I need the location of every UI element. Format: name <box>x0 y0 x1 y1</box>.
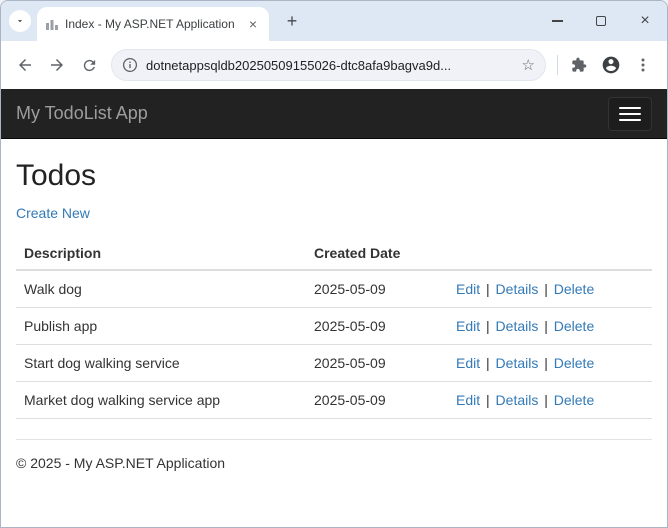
page-title: Todos <box>16 159 652 193</box>
details-link[interactable]: Details <box>496 281 539 297</box>
table-row: Walk dog 2025-05-09 Edit | Details | Del… <box>16 270 652 308</box>
tab-close-icon[interactable]: × <box>245 16 261 32</box>
todo-created-date: 2025-05-09 <box>306 382 448 419</box>
table-row: Start dog walking service 2025-05-09 Edi… <box>16 345 652 382</box>
navbar-toggler-button[interactable] <box>608 97 652 131</box>
browser-window: Index - My ASP.NET Application × + × dot… <box>0 0 668 528</box>
extensions-button[interactable] <box>565 51 593 79</box>
todo-actions: Edit | Details | Delete <box>448 308 652 345</box>
action-separator: | <box>544 281 548 297</box>
action-separator: | <box>544 318 548 334</box>
browser-tab-active[interactable]: Index - My ASP.NET Application × <box>37 7 269 41</box>
details-link[interactable]: Details <box>496 355 539 371</box>
forward-button[interactable] <box>43 51 71 79</box>
todo-created-date: 2025-05-09 <box>306 345 448 382</box>
close-button[interactable]: × <box>623 1 667 41</box>
toolbar-divider <box>557 55 558 75</box>
delete-link[interactable]: Delete <box>554 392 594 408</box>
details-link[interactable]: Details <box>496 318 539 334</box>
navbar-brand[interactable]: My TodoList App <box>16 103 148 124</box>
todos-table: Description Created Date Walk dog 2025-0… <box>16 237 652 419</box>
action-separator: | <box>486 281 490 297</box>
column-header-actions <box>448 237 652 270</box>
maximize-button[interactable] <box>579 1 623 41</box>
url-text: dotnetappsqldb20250509155026-dtc8afa9bag… <box>146 58 514 73</box>
action-separator: | <box>486 392 490 408</box>
maximize-icon <box>596 16 606 26</box>
todo-description: Market dog walking service app <box>16 382 306 419</box>
delete-link[interactable]: Delete <box>554 281 594 297</box>
todo-description: Publish app <box>16 308 306 345</box>
extensions-icon <box>571 57 587 73</box>
todo-description: Start dog walking service <box>16 345 306 382</box>
bookmark-star-icon[interactable]: ☆ <box>522 56 535 74</box>
todo-description: Walk dog <box>16 270 306 308</box>
browser-toolbar: dotnetappsqldb20250509155026-dtc8afa9bag… <box>1 41 667 89</box>
new-tab-button[interactable]: + <box>281 10 303 32</box>
three-dots-menu-icon <box>635 57 651 73</box>
footer-divider <box>16 439 652 440</box>
reload-button[interactable] <box>75 51 103 79</box>
column-header-created-date: Created Date <box>306 237 448 270</box>
chevron-down-icon <box>15 16 25 26</box>
reload-icon <box>81 57 98 74</box>
todo-actions: Edit | Details | Delete <box>448 382 652 419</box>
app-navbar: My TodoList App <box>1 89 667 139</box>
action-separator: | <box>544 355 548 371</box>
minimize-icon <box>552 20 563 21</box>
address-bar[interactable]: dotnetappsqldb20250509155026-dtc8afa9bag… <box>111 49 546 81</box>
hamburger-icon <box>619 107 641 109</box>
app-footer-text: © 2025 - My ASP.NET Application <box>16 455 652 471</box>
profile-avatar-icon <box>601 55 621 75</box>
close-icon: × <box>640 13 649 29</box>
favicon-icon <box>45 17 59 31</box>
edit-link[interactable]: Edit <box>456 318 480 334</box>
todo-created-date: 2025-05-09 <box>306 308 448 345</box>
browser-menu-button[interactable] <box>629 51 657 79</box>
site-info-icon[interactable] <box>122 57 138 73</box>
delete-link[interactable]: Delete <box>554 355 594 371</box>
todo-actions: Edit | Details | Delete <box>448 345 652 382</box>
details-link[interactable]: Details <box>496 392 539 408</box>
tab-search-button[interactable] <box>9 10 31 32</box>
edit-link[interactable]: Edit <box>456 392 480 408</box>
create-new-link[interactable]: Create New <box>16 205 90 221</box>
column-header-description: Description <box>16 237 306 270</box>
delete-link[interactable]: Delete <box>554 318 594 334</box>
table-row: Publish app 2025-05-09 Edit | Details | … <box>16 308 652 345</box>
profile-button[interactable] <box>597 51 625 79</box>
back-icon <box>16 56 34 74</box>
back-button[interactable] <box>11 51 39 79</box>
tab-title: Index - My ASP.NET Application <box>65 17 239 31</box>
todo-created-date: 2025-05-09 <box>306 270 448 308</box>
todo-actions: Edit | Details | Delete <box>448 270 652 308</box>
tab-strip: Index - My ASP.NET Application × + × <box>1 1 667 41</box>
forward-icon <box>48 56 66 74</box>
window-controls: × <box>535 1 667 41</box>
table-header-row: Description Created Date <box>16 237 652 270</box>
table-row: Market dog walking service app 2025-05-0… <box>16 382 652 419</box>
page-content: Todos Create New Description Created Dat… <box>1 139 667 527</box>
action-separator: | <box>486 318 490 334</box>
action-separator: | <box>544 392 548 408</box>
minimize-button[interactable] <box>535 1 579 41</box>
edit-link[interactable]: Edit <box>456 355 480 371</box>
action-separator: | <box>486 355 490 371</box>
edit-link[interactable]: Edit <box>456 281 480 297</box>
